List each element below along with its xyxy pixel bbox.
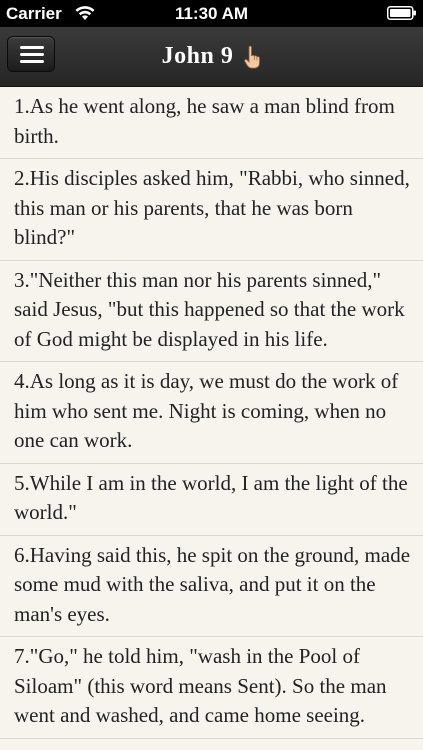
hamburger-menu-icon [20,53,44,56]
pointing-hand-icon[interactable] [243,45,261,69]
title-container: John 9 [0,27,423,86]
verse-row-6[interactable]: 6.Having said this, he spit on the groun… [0,535,423,637]
battery-icon [387,6,416,20]
verse-row-7[interactable]: 7."Go," he told him, "wash in the Pool o… [0,637,423,739]
chapter-title[interactable]: John 9 [162,43,234,70]
verse-list[interactable]: 1.As he went along, he saw a man blind f… [0,87,423,750]
verse-row-2[interactable]: 2.His disciples asked him, "Rabbi, who s… [0,159,423,261]
menu-button[interactable] [7,36,55,72]
verse-row-1[interactable]: 1.As he went along, he saw a man blind f… [0,87,423,159]
hamburger-menu-icon [20,46,44,49]
navigation-bar: John 9 [0,27,423,87]
screen: Carrier 11:30 AM John 9 1.As he went alo… [0,0,423,750]
verse-row-3[interactable]: 3."Neither this man nor his parents sinn… [0,260,423,362]
status-time: 11:30 AM [174,4,249,23]
hamburger-menu-icon [20,60,44,63]
verse-row-4[interactable]: 4.As long as it is day, we must do the w… [0,362,423,464]
verse-row-5[interactable]: 5.While I am in the world, I am the ligh… [0,463,423,536]
status-bar: Carrier 11:30 AM [0,0,423,27]
